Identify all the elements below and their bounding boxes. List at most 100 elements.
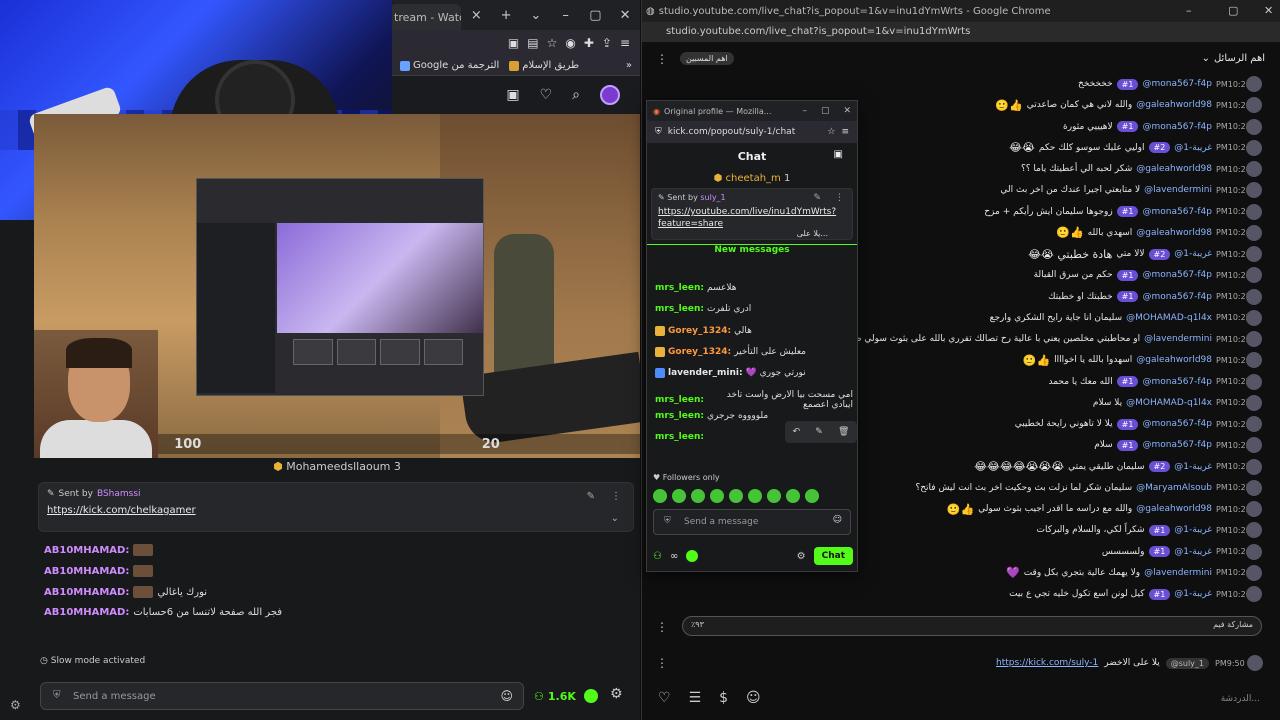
emoji-icon[interactable]: ☺ xyxy=(500,689,513,703)
sent-by-user[interactable]: BShamssi xyxy=(97,489,141,499)
author-name[interactable]: @mona567-f4p xyxy=(1142,292,1212,302)
more-icon[interactable]: ⋮ xyxy=(656,52,668,66)
unpin-icon[interactable]: ✎ xyxy=(587,491,595,502)
expand-chevron-icon[interactable]: ⌄ xyxy=(611,513,619,524)
author-name[interactable]: @غريبة-1 xyxy=(1174,589,1212,599)
share-icon[interactable]: ⇪ xyxy=(602,36,612,50)
more-icon[interactable]: ⋮ xyxy=(656,656,668,670)
avatar[interactable] xyxy=(1246,224,1262,241)
avatar[interactable] xyxy=(1246,182,1262,199)
avatar[interactable] xyxy=(1246,522,1262,539)
avatar[interactable] xyxy=(1246,352,1262,369)
avatar[interactable] xyxy=(1246,309,1262,326)
avatar[interactable] xyxy=(1246,543,1262,560)
chat-username[interactable]: mrs_leen: xyxy=(655,432,704,442)
chat-username[interactable]: Gorey_1324: xyxy=(668,326,731,336)
menu-icon[interactable]: ≡ xyxy=(841,127,849,137)
crown-user[interactable]: cheetah_m xyxy=(726,173,781,184)
chat-username[interactable]: AB10MHAMAD: xyxy=(44,545,129,556)
chat-username[interactable]: mrs_leen: xyxy=(655,411,704,421)
author-name[interactable]: @غريبة-1 xyxy=(1174,249,1212,259)
chat-username[interactable]: AB10MHAMAD: xyxy=(44,587,129,598)
chat-username[interactable]: mrs_leen: xyxy=(655,395,704,405)
avatar[interactable] xyxy=(1246,76,1262,92)
menu-icon[interactable]: ≡ xyxy=(620,36,630,50)
pinned-link[interactable]: https://kick.com/chelkagamer xyxy=(47,505,625,516)
avatar[interactable] xyxy=(1246,564,1262,581)
avatar[interactable] xyxy=(1246,479,1262,496)
chat-username[interactable]: AB10MHAMAD: xyxy=(44,566,129,577)
author-name[interactable]: @mona567-f4p xyxy=(1142,419,1212,429)
chat-mode-select[interactable]: اهم الرسائل xyxy=(1214,53,1265,64)
maximize-icon[interactable]: ▢ xyxy=(821,106,830,116)
avatar[interactable] xyxy=(1246,267,1262,284)
avatar[interactable] xyxy=(1246,458,1262,475)
author-name[interactable]: @mona567-f4p xyxy=(1142,79,1212,89)
close-window-icon[interactable]: ✕ xyxy=(843,106,851,116)
reply-icon[interactable]: ↶ xyxy=(793,427,801,437)
extensions-icon[interactable]: ✚ xyxy=(584,36,594,50)
author-name[interactable]: @galeahworld98 xyxy=(1136,100,1212,110)
emote[interactable] xyxy=(672,489,686,503)
avatar[interactable] xyxy=(1246,118,1262,135)
emote[interactable] xyxy=(767,489,781,503)
author-name[interactable]: @MaryamAlsoub xyxy=(1136,483,1212,493)
emote[interactable] xyxy=(691,489,705,503)
chat-send-button[interactable]: Chat xyxy=(813,547,853,565)
emoji-icon[interactable]: ☺ xyxy=(833,515,842,525)
emote[interactable] xyxy=(729,489,743,503)
maximize-icon[interactable]: ▢ xyxy=(1228,4,1238,17)
avatar[interactable] xyxy=(1246,373,1262,390)
gear-icon[interactable]: ⚙ xyxy=(610,686,623,702)
author-name[interactable]: @MOHAMAD-q1l4x xyxy=(1126,313,1212,323)
author-name[interactable]: @mona567-f4p xyxy=(1142,270,1212,280)
maximize-icon[interactable]: ▢ xyxy=(580,8,610,23)
gift-icon[interactable]: ▣ xyxy=(834,149,843,160)
kick-logo-icon[interactable] xyxy=(686,550,699,562)
avatar[interactable] xyxy=(1246,246,1262,262)
chat-username[interactable]: Gorey_1324: xyxy=(668,347,731,357)
chat-username[interactable]: mrs_leen: xyxy=(655,304,704,314)
more-icon[interactable]: ⋮ xyxy=(835,193,844,203)
emote[interactable] xyxy=(748,489,762,503)
star-icon[interactable]: ☆ xyxy=(827,127,835,137)
author-name[interactable]: @غريبة-1 xyxy=(1174,547,1212,557)
settings-gear-icon[interactable]: ⚙ xyxy=(10,698,21,712)
gear-icon[interactable]: ⚙ xyxy=(797,551,806,562)
minimize-icon[interactable]: – xyxy=(551,8,581,23)
address-bar[interactable]: studio.youtube.com/live_chat?is_popout=1… xyxy=(642,22,1280,42)
chat-username[interactable]: mrs_leen: xyxy=(655,283,704,293)
close-window-icon[interactable]: ✕ xyxy=(610,8,640,23)
author-name[interactable]: @mona567-f4p xyxy=(1142,377,1212,387)
chat-input[interactable]: ⛨ Send a message ☺ xyxy=(40,682,524,710)
author-name[interactable]: @lavendermini xyxy=(1144,568,1212,578)
avatar[interactable] xyxy=(600,85,620,105)
author-name[interactable]: @mona567-f4p xyxy=(1142,122,1212,132)
close-window-icon[interactable]: ✕ xyxy=(1264,4,1273,17)
avatar[interactable] xyxy=(1246,586,1262,602)
emote[interactable] xyxy=(805,489,819,503)
screenshot-icon[interactable]: ▣ xyxy=(508,36,519,50)
avatar[interactable] xyxy=(1246,331,1262,347)
chat-input-placeholder[interactable]: الدردشة... xyxy=(1221,694,1260,704)
avatar[interactable] xyxy=(1246,437,1262,454)
more-icon[interactable]: ⋮ xyxy=(656,620,668,634)
author-name[interactable]: @mona567-f4p xyxy=(1142,207,1212,217)
sent-by-user[interactable]: suly_1 xyxy=(700,193,725,202)
chevron-down-icon[interactable]: ⌄ xyxy=(521,8,551,23)
author-name[interactable]: @galeahworld98 xyxy=(1136,164,1212,174)
avatar[interactable] xyxy=(1246,288,1262,305)
avatar[interactable] xyxy=(1246,501,1262,517)
avatar[interactable] xyxy=(1246,97,1262,114)
search-icon[interactable]: ⌕ xyxy=(572,87,580,103)
author-name[interactable]: @galeahworld98 xyxy=(1136,228,1212,238)
author-name[interactable]: @MOHAMAD-q1l4x xyxy=(1126,398,1212,408)
minimize-icon[interactable]: – xyxy=(1186,4,1192,17)
chat-username[interactable]: AB10MHAMAD: xyxy=(44,607,129,618)
chevron-down-icon[interactable]: ⌄ xyxy=(1202,53,1210,64)
minimize-icon[interactable]: – xyxy=(802,106,807,116)
avatar[interactable] xyxy=(1246,161,1262,177)
account-icon[interactable]: ◉ xyxy=(565,36,575,50)
emote[interactable] xyxy=(786,489,800,503)
author-name[interactable]: @غريبة-1 xyxy=(1174,462,1212,472)
